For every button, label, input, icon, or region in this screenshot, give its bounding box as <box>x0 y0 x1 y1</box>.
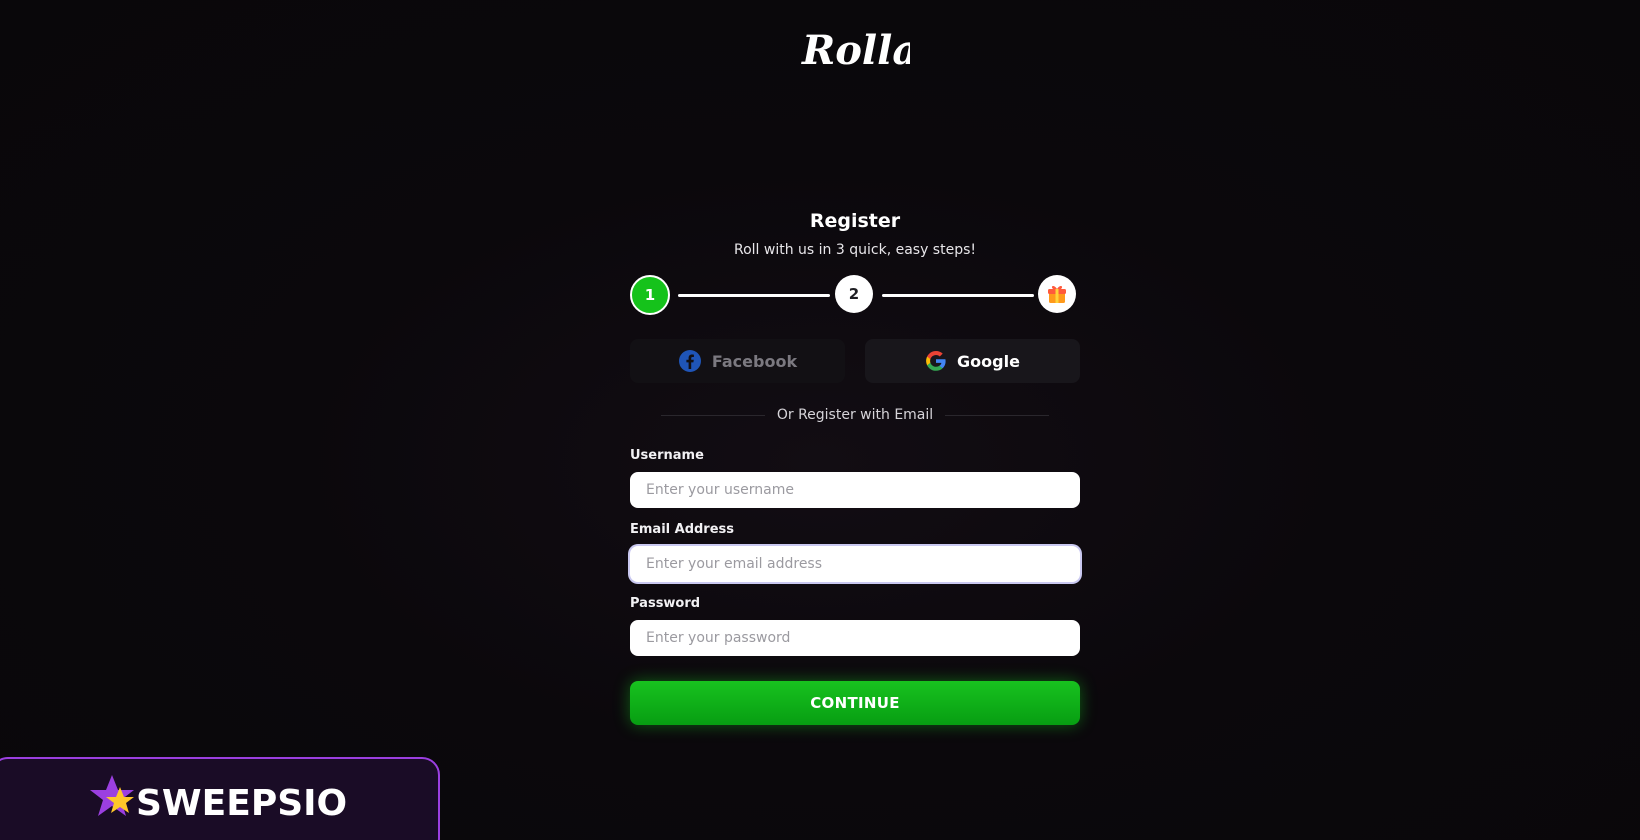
facebook-icon <box>678 350 701 372</box>
divider-line-left <box>660 414 765 416</box>
rolla-logo[interactable]: Rolla <box>800 22 910 80</box>
username-input[interactable] <box>630 472 1080 508</box>
username-group: Username <box>630 448 1080 508</box>
email-label: Email Address <box>630 522 735 537</box>
registration-stepper: 1 2 <box>630 275 1080 317</box>
facebook-button-label: Facebook <box>711 351 798 371</box>
username-label: Username <box>630 448 704 463</box>
continue-button[interactable]: CONTINUE <box>630 681 1080 725</box>
social-login-row: Facebook Google <box>630 339 1080 383</box>
gift-icon <box>1048 285 1066 303</box>
email-group: Email Address <box>630 522 1080 582</box>
step-1-indicator: 1 <box>630 275 670 315</box>
step-2-indicator: 2 <box>835 275 873 313</box>
rolla-logo-mark: Rolla <box>801 27 910 74</box>
watermark-text: SWEEPSIO <box>136 783 347 824</box>
stepper-connector-1 <box>678 294 830 297</box>
divider-line-right <box>945 414 1050 416</box>
password-group: Password <box>630 596 1080 656</box>
divider-text: Or Register with Email <box>776 407 934 423</box>
sweepsio-logo: SWEEPSIO <box>90 775 347 824</box>
register-page: Rolla Register Roll with us in 3 quick, … <box>0 0 1640 840</box>
password-label: Password <box>630 596 701 611</box>
stepper-connector-2 <box>882 294 1034 297</box>
email-input[interactable] <box>630 546 1080 582</box>
google-button[interactable]: Google <box>865 339 1080 383</box>
google-icon <box>926 351 946 371</box>
page-subtitle: Roll with us in 3 quick, easy steps! <box>734 242 976 258</box>
logo-text: Rolla <box>801 27 910 74</box>
facebook-button[interactable]: Facebook <box>630 339 845 383</box>
register-card: Register Roll with us in 3 quick, easy s… <box>630 200 1080 725</box>
google-button-label: Google <box>957 351 1020 371</box>
step-3-indicator <box>1038 275 1076 313</box>
register-form: Username Email Address Password CONTINUE <box>630 448 1080 725</box>
email-divider: Or Register with Email <box>630 407 1080 423</box>
page-title: Register <box>809 210 901 232</box>
password-input[interactable] <box>630 620 1080 656</box>
